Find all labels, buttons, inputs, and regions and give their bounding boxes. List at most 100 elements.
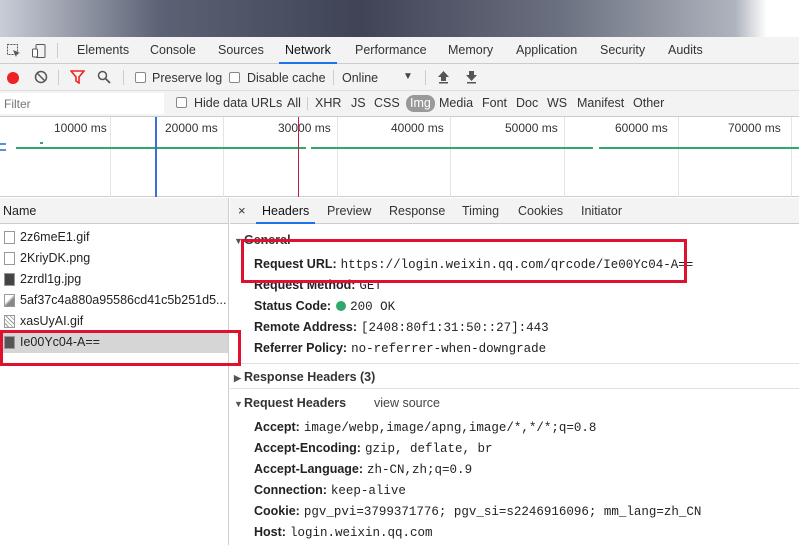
request-name: xasUyAI.gif (20, 314, 84, 328)
response-headers-section-header[interactable]: ▶ Response Headers (3) (234, 370, 375, 384)
type-filter-font[interactable]: Font (482, 96, 507, 110)
preserve-log-checkbox[interactable] (135, 72, 146, 83)
request-bar (0, 143, 6, 145)
divider (57, 43, 58, 58)
grid-line (564, 117, 565, 197)
devtools-tabbar: Elements Console Sources Network Perform… (0, 37, 799, 64)
header-value: zh-CN,zh;q=0.9 (367, 463, 473, 477)
tab-timing[interactable]: Timing (462, 198, 499, 224)
grid-line (450, 117, 451, 197)
grid-line (337, 117, 338, 197)
hide-data-urls-checkbox[interactable] (176, 97, 187, 108)
device-toolbar-icon[interactable] (31, 43, 47, 59)
type-filter-img[interactable]: Img (406, 95, 435, 112)
section-title: Request Headers (244, 396, 347, 410)
timeline-tick: 40000 ms (391, 121, 444, 135)
export-har-icon[interactable] (463, 70, 479, 86)
disable-cache-checkbox[interactable] (229, 72, 240, 83)
tab-initiator[interactable]: Initiator (581, 198, 622, 224)
filter-icon[interactable] (68, 70, 86, 86)
tab-memory[interactable]: Memory (448, 37, 493, 64)
request-row[interactable]: xasUyAI.gif (0, 311, 228, 332)
divider (230, 363, 799, 364)
tab-response[interactable]: Response (389, 198, 445, 224)
type-filter-all[interactable]: All (287, 96, 301, 110)
grid-line (110, 117, 111, 197)
request-list: Name 2z6meE1.gif 2KriyDK.png 2zrdl1g.jpg… (0, 198, 229, 545)
request-bar (16, 147, 306, 149)
dom-content-loaded-marker (155, 117, 157, 197)
search-icon[interactable] (96, 70, 112, 86)
type-filter-other[interactable]: Other (633, 96, 664, 110)
timeline-tick: 20000 ms (165, 121, 218, 135)
tab-sources[interactable]: Sources (218, 37, 264, 64)
browser-background (0, 0, 799, 37)
type-filter-ws[interactable]: WS (547, 96, 567, 110)
image-file-icon (4, 273, 15, 286)
request-name: 2z6meE1.gif (20, 230, 90, 244)
status-ok-icon (336, 301, 347, 311)
divider (123, 70, 124, 85)
tab-elements[interactable]: Elements (77, 37, 129, 64)
throttling-select[interactable]: Online (342, 71, 378, 85)
request-row[interactable]: 2zrdl1g.jpg (0, 269, 228, 290)
timeline-tick: 70000 ms (728, 121, 781, 135)
header-value: pgv_pvi=3799371776; pgv_si=s2246916096; … (303, 505, 702, 519)
name-column-header[interactable]: Name (0, 198, 228, 224)
close-icon[interactable]: × (238, 198, 246, 224)
type-filter-doc[interactable]: Doc (516, 96, 538, 110)
tab-security[interactable]: Security (600, 37, 645, 64)
filter-input[interactable] (0, 93, 164, 114)
request-name: 2zrdl1g.jpg (20, 272, 82, 286)
header-key: Connection: (254, 483, 327, 497)
tab-cookies[interactable]: Cookies (518, 198, 563, 224)
view-source-link[interactable]: view source (374, 396, 440, 410)
timeline-overview[interactable]: 10000 ms 20000 ms 30000 ms 40000 ms 5000… (0, 117, 799, 197)
request-headers-section-header[interactable]: ▼Request Headers (234, 396, 346, 410)
inspect-element-icon[interactable] (6, 43, 22, 59)
tab-audits[interactable]: Audits (668, 37, 703, 64)
divider (425, 70, 426, 85)
request-bar (311, 147, 593, 149)
tab-performance[interactable]: Performance (355, 37, 427, 64)
file-icon (4, 252, 15, 265)
header-key: Cookie: (254, 504, 300, 518)
header-row: Accept: image/webp,image/apng,image/*,*/*… (254, 420, 596, 435)
header-row: Status Code: 200 OK (254, 299, 395, 314)
header-key: Remote Address: (254, 320, 358, 334)
tab-console[interactable]: Console (150, 37, 196, 64)
chevron-down-icon[interactable]: ▼ (403, 71, 413, 82)
timeline-tick: 10000 ms (54, 121, 107, 135)
record-button[interactable] (7, 72, 19, 84)
type-filter-xhr[interactable]: XHR (315, 96, 341, 110)
type-filter-css[interactable]: CSS (374, 96, 400, 110)
header-row: Cookie: pgv_pvi=3799371776; pgv_si=s22469… (254, 504, 701, 519)
request-bar (0, 149, 6, 151)
header-key: Accept-Language: (254, 462, 364, 476)
request-row[interactable]: 5af37c4a880a95586cd41c5b251d5... (0, 290, 228, 311)
tab-headers[interactable]: Headers (256, 198, 316, 224)
section-title: Response Headers (3) (244, 370, 376, 384)
triangle-right-icon: ▶ (234, 373, 241, 383)
header-row: Accept-Language: zh-CN,zh;q=0.9 (254, 462, 472, 477)
timeline-tick: 30000 ms (278, 121, 331, 135)
divider (307, 97, 308, 110)
type-filter-manifest[interactable]: Manifest (577, 96, 624, 110)
header-key: Status Code: (254, 299, 332, 313)
divider (333, 70, 334, 85)
import-har-icon[interactable] (435, 70, 451, 86)
detail-tabbar: × Headers Preview Response Timing Cookie… (230, 198, 799, 224)
request-row[interactable]: 2z6meE1.gif (0, 227, 228, 248)
tab-application[interactable]: Application (516, 37, 577, 64)
type-filter-js[interactable]: JS (351, 96, 366, 110)
highlight-box-request-url (241, 239, 687, 283)
timeline-tick: 50000 ms (505, 121, 558, 135)
tab-network[interactable]: Network (279, 37, 337, 64)
type-filter-media[interactable]: Media (439, 96, 473, 110)
header-row: Host: login.weixin.qq.com (254, 525, 432, 540)
clear-icon[interactable] (33, 70, 49, 86)
header-key: Host: (254, 525, 286, 539)
tab-preview[interactable]: Preview (327, 198, 371, 224)
request-row[interactable]: 2KriyDK.png (0, 248, 228, 269)
header-key: Accept-Encoding: (254, 441, 361, 455)
